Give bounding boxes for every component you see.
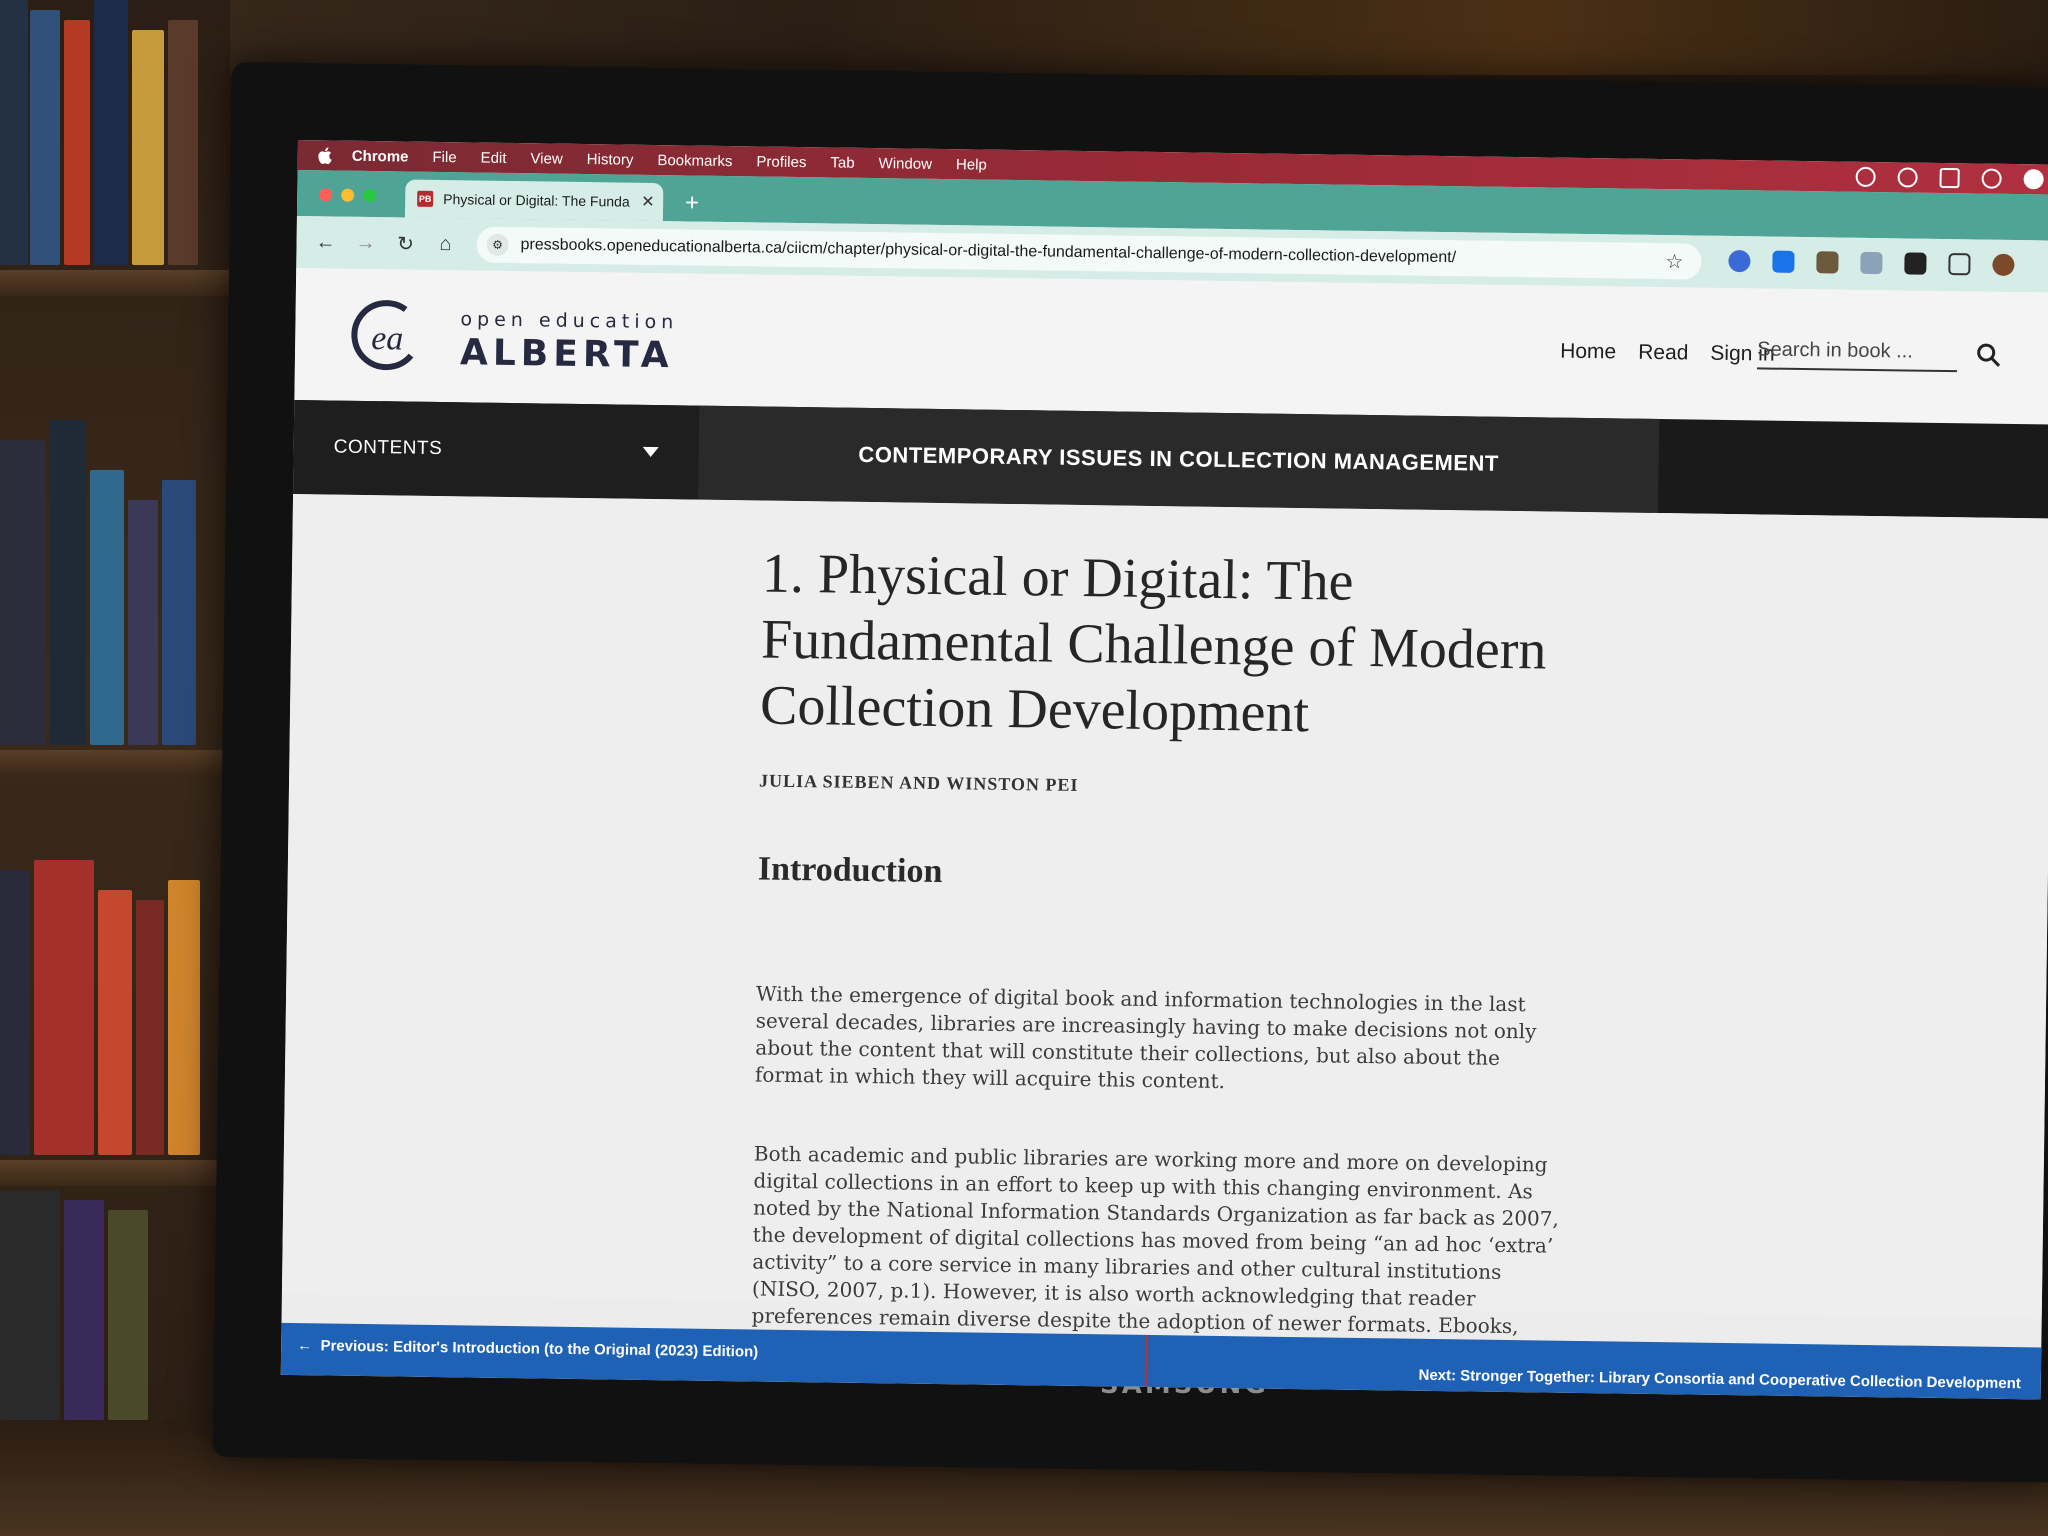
shelf-board	[0, 1160, 240, 1186]
close-window-icon[interactable]	[319, 188, 333, 202]
menu-profiles[interactable]: Profiles	[756, 153, 806, 171]
shelf-board	[0, 750, 240, 776]
open-education-alberta-logo[interactable]: ea	[347, 295, 428, 376]
home-icon[interactable]: ⌂	[434, 232, 456, 255]
book-spine	[30, 10, 60, 265]
tray-icon-bubble[interactable]	[2023, 169, 2044, 190]
book-spine	[0, 0, 28, 265]
site-info-icon[interactable]: ⚙	[486, 233, 509, 256]
minimize-window-icon[interactable]	[341, 188, 355, 202]
logo-text-small: open education	[460, 308, 679, 334]
book-spine	[168, 880, 200, 1155]
book-spine	[0, 1190, 60, 1420]
tray-icon-a[interactable]	[1855, 166, 1876, 188]
menu-edit[interactable]: Edit	[481, 149, 507, 166]
search-in-book-input[interactable]: Search in book ...	[1756, 338, 1958, 373]
menu-file[interactable]: File	[432, 148, 456, 165]
puzzle-extensions-icon[interactable]	[1948, 253, 1971, 276]
pressbooks-favicon-icon: PB	[417, 190, 434, 207]
tray-icon-creative-cloud[interactable]	[1897, 167, 1918, 188]
menu-history[interactable]: History	[587, 151, 634, 169]
contents-dropdown-button[interactable]: CONTENTS	[293, 399, 700, 500]
shelf-board	[0, 270, 240, 296]
previous-chapter-label: Previous: Editor's Introduction (to the …	[320, 1337, 759, 1361]
book-spine	[64, 20, 90, 265]
book-spine	[132, 30, 164, 265]
search-icon[interactable]	[1975, 341, 2001, 367]
bookshelf-left	[0, 0, 240, 1536]
site-header: ea open education ALBERTA Home Read Sign…	[294, 267, 2048, 425]
status-tray	[1855, 166, 2044, 190]
section-heading: Introduction	[757, 850, 943, 891]
tab-active[interactable]: PB Physical or Digital: The Funda ✕	[404, 179, 664, 222]
next-chapter-label: Next: Stronger Together: Library Consort…	[1418, 1366, 2021, 1393]
next-chapter-link[interactable]: Next: Stronger Together: Library Consort…	[1418, 1367, 2020, 1392]
extensions-row	[1728, 249, 2015, 276]
article-body: 1. Physical or Digital: The Fundamental …	[281, 493, 2048, 1358]
menu-tab[interactable]: Tab	[830, 154, 854, 171]
extension-icon[interactable]	[1860, 251, 1883, 275]
chapter-title: 1. Physical or Digital: The Fundamental …	[759, 542, 1547, 745]
bookmark-star-icon[interactable]: ☆	[1665, 249, 1683, 274]
book-spine	[162, 480, 196, 745]
book-spine	[90, 470, 124, 745]
chevron-down-icon	[642, 446, 659, 458]
paragraph: With the emergence of digital book and i…	[754, 981, 1537, 1094]
contents-label: CONTENTS	[333, 436, 443, 460]
forward-icon[interactable]: →	[354, 231, 376, 254]
tab-title: Physical or Digital: The Funda	[443, 191, 630, 210]
tray-icon-c[interactable]	[1981, 168, 2002, 189]
tab-close-icon[interactable]: ✕	[641, 192, 655, 212]
menu-view[interactable]: View	[530, 150, 562, 167]
screen: Chrome File Edit View History Bookmarks …	[280, 140, 2048, 1400]
book-spine	[0, 440, 46, 745]
url-text[interactable]: pressbooks.openeducationalberta.ca/ciicm…	[520, 236, 1456, 267]
menu-bookmarks[interactable]: Bookmarks	[657, 152, 732, 170]
book-spine	[108, 1210, 148, 1420]
divider	[1144, 1334, 1148, 1387]
nav-read[interactable]: Read	[1638, 341, 1689, 366]
menu-help[interactable]: Help	[956, 156, 987, 173]
menu-app-chrome[interactable]: Chrome	[352, 147, 409, 165]
reload-icon[interactable]: ↻	[394, 232, 416, 255]
arrow-left-icon: ←	[297, 1337, 321, 1355]
book-spine	[168, 20, 198, 265]
book-spine	[50, 420, 86, 745]
book-spine	[128, 500, 158, 745]
book-title-link[interactable]: CONTEMPORARY ISSUES IN COLLECTION MANAGE…	[698, 405, 1660, 514]
logo-text-big: ALBERTA	[459, 332, 674, 377]
new-tab-icon[interactable]: +	[685, 189, 699, 217]
book-spine	[98, 890, 132, 1155]
previous-chapter-link[interactable]: ← Previous: Editor's Introduction (to th…	[297, 1337, 758, 1360]
extension-icon[interactable]	[1728, 249, 1751, 273]
extension-icon[interactable]	[1904, 252, 1927, 275]
book-spine	[94, 0, 128, 265]
back-icon[interactable]: ←	[314, 231, 336, 253]
nav-home[interactable]: Home	[1560, 340, 1616, 365]
book-spine	[136, 900, 164, 1155]
chapter-authors: JULIA SIEBEN AND WINSTON PEI	[758, 770, 1079, 795]
book-spine	[0, 870, 30, 1155]
apple-icon[interactable]	[316, 145, 336, 165]
book-spine	[64, 1200, 104, 1420]
site-nav: Home Read Sign in	[1560, 340, 1775, 367]
translate-extension-icon[interactable]	[1772, 250, 1795, 273]
logo-mark-text: ea	[371, 320, 404, 357]
address-bar[interactable]: ⚙ pressbooks.openeducationalberta.ca/cii…	[476, 226, 1702, 280]
extension-icon[interactable]	[1816, 251, 1839, 274]
menu-window[interactable]: Window	[879, 155, 933, 173]
zoom-window-icon[interactable]	[363, 188, 377, 203]
dropbox-icon[interactable]	[1939, 167, 1960, 189]
profile-avatar[interactable]	[1992, 253, 2015, 276]
book-spine	[34, 860, 94, 1155]
